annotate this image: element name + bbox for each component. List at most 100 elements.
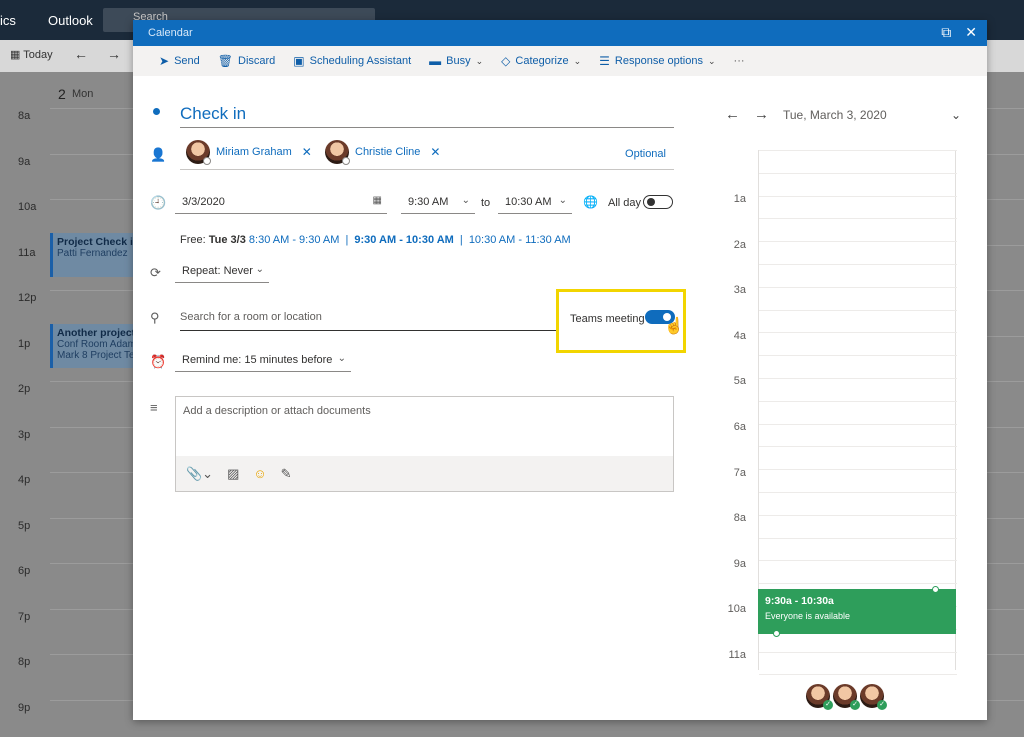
grid-line (759, 469, 957, 471)
person-icon: 👤 (150, 147, 167, 162)
response-options-dropdown[interactable]: ☰ Response options ⌄ (599, 54, 715, 68)
today-label: Today (23, 49, 53, 61)
optional-attendees-link[interactable]: Optional (625, 148, 666, 160)
check-icon: ✓ (877, 700, 887, 710)
day-view-time-label: 4a (733, 329, 746, 342)
repeat-select[interactable]: Repeat: Never ⌄ (175, 261, 269, 283)
discard-button[interactable]: 🗑 Discard (218, 54, 276, 68)
free-slot[interactable]: 10:30 AM - 11:30 AM (469, 234, 571, 246)
background-time-label: 7p (18, 610, 31, 623)
day-view-time-label: 8a (733, 512, 746, 525)
event-subtitle: Patti Fernandez (57, 248, 128, 259)
attendee-chip[interactable]: Miriam Graham ✕ (182, 138, 320, 166)
time-zone-icon[interactable]: 🌐 (583, 195, 598, 209)
description-editor[interactable]: Add a description or attach documents 📎⌄… (175, 396, 674, 492)
day-view-date: Tue, March 3, 2020 (783, 107, 887, 122)
emoji-icon[interactable]: ☺ (253, 466, 266, 481)
attach-icon[interactable]: 📎⌄ (186, 466, 213, 482)
background-event[interactable]: Project Check in Patti Fernandez (50, 233, 135, 277)
avatar: ✓ (833, 684, 860, 710)
send-label: Send (174, 55, 200, 67)
clock-icon: 🕘 (150, 195, 167, 210)
grid-line (759, 172, 957, 174)
end-time-value: 10:30 AM (505, 196, 552, 208)
repeat-icon: ⟳ (150, 265, 161, 280)
send-button[interactable]: ➤ Send (159, 54, 200, 68)
grid-line (759, 332, 957, 334)
end-time-select[interactable]: 10:30 AM ⌄ (498, 192, 572, 214)
grid-line (759, 492, 957, 493)
resize-handle-top[interactable] (932, 586, 939, 593)
free-slot-selected[interactable]: 9:30 AM - 10:30 AM (354, 234, 453, 246)
app-name[interactable]: Outlook (48, 13, 93, 28)
dialog-title-bar: Calendar ⧉ ✕ (133, 20, 987, 46)
start-date-input[interactable]: 3/3/2020 ▦ (175, 192, 387, 214)
repeat-value: Repeat: Never (182, 265, 253, 277)
day-view-time-label: 9a (733, 557, 746, 570)
category-dot (153, 108, 160, 115)
popout-icon[interactable]: ⧉ (941, 25, 951, 39)
attendee-chip[interactable]: Christie Cline ✕ (321, 138, 448, 166)
scheduling-assistant-button[interactable]: ▣ Scheduling Assistant (293, 54, 411, 68)
dialog-title: Calendar (148, 27, 193, 39)
busy-dropdown[interactable]: ▬ Busy ⌄ (429, 54, 483, 68)
avatar (325, 140, 350, 165)
free-slot[interactable]: 8:30 AM - 9:30 AM (249, 234, 340, 246)
chevron-down-icon[interactable]: ⌄ (951, 108, 961, 122)
grid-line (759, 241, 957, 243)
day-view-time-label: 2a (733, 238, 746, 251)
background-time-label: 11a (18, 246, 36, 259)
all-day-toggle[interactable] (643, 195, 673, 209)
scheduling-label: Scheduling Assistant (309, 55, 412, 67)
remove-attendee-icon[interactable]: ✕ (430, 145, 440, 159)
today-button[interactable]: ▦ Today (10, 48, 53, 61)
grid-line (759, 378, 957, 379)
check-icon: ✓ (823, 700, 833, 710)
background-event[interactable]: Another project Conf Room Adams Mark 8 P… (50, 324, 135, 368)
background-time-label: 6p (18, 565, 31, 577)
format-icon[interactable]: ✎ (281, 466, 292, 482)
description-toolbar: 📎⌄ ▨ ☺ ✎ (176, 456, 673, 491)
start-time-value: 9:30 AM (408, 196, 449, 208)
chevron-down-icon: ⌄ (461, 195, 470, 206)
grid-line (759, 537, 957, 539)
presence-icon (342, 157, 350, 165)
app-suite-name: ics (0, 13, 16, 28)
arrow-right-icon[interactable]: → (754, 106, 769, 123)
send-icon: ➤ (159, 54, 170, 68)
availability-block[interactable]: 9:30a - 10:30a Everyone is available (758, 589, 956, 634)
more-options-button[interactable]: ··· (734, 55, 745, 67)
day-view-time-label: 6a (733, 421, 746, 433)
grid-line (759, 195, 957, 197)
remove-attendee-icon[interactable]: ✕ (302, 145, 312, 159)
arrow-left-icon[interactable]: ← (725, 106, 740, 123)
event-subtitle: Mark 8 Project Team (57, 350, 135, 361)
calendar-picker-icon[interactable]: ▦ (373, 195, 382, 206)
attendees-field[interactable]: Miriam Graham ✕ Christie Cline ✕ Optiona… (180, 136, 674, 170)
close-icon[interactable]: ✕ (965, 25, 977, 39)
background-time-label: 2p (18, 383, 31, 395)
chevron-down-icon: ⌄ (475, 55, 484, 66)
response-icon: ☰ (599, 54, 610, 68)
free-label: Free: (180, 234, 206, 246)
grid-line (759, 150, 957, 151)
image-icon[interactable]: ▨ (227, 466, 239, 482)
reminder-select[interactable]: Remind me: 15 minutes before ⌄ (175, 350, 351, 372)
day-view-time-label: 1a (733, 193, 746, 205)
arrow-left-icon[interactable]: ← (74, 46, 88, 62)
location-placeholder: Search for a room or location (180, 311, 322, 323)
busy-label: Busy (446, 55, 471, 67)
background-time-label: 12p (18, 292, 37, 304)
grid-line (759, 286, 957, 288)
avatar: ✓ (806, 684, 833, 710)
day-view-time-label: 11a (728, 649, 746, 661)
start-time-select[interactable]: 9:30 AM ⌄ (401, 192, 475, 214)
resize-handle-bottom[interactable] (773, 630, 780, 637)
event-title: Project Check in (57, 236, 135, 248)
presence-icon (203, 157, 211, 165)
event-title-input[interactable]: Check in (180, 102, 674, 128)
scheduling-icon: ▣ (293, 54, 305, 68)
grid-line (759, 446, 957, 448)
arrow-right-icon[interactable]: → (107, 46, 121, 62)
categorize-dropdown[interactable]: ◇ Categorize ⌄ (501, 54, 581, 68)
